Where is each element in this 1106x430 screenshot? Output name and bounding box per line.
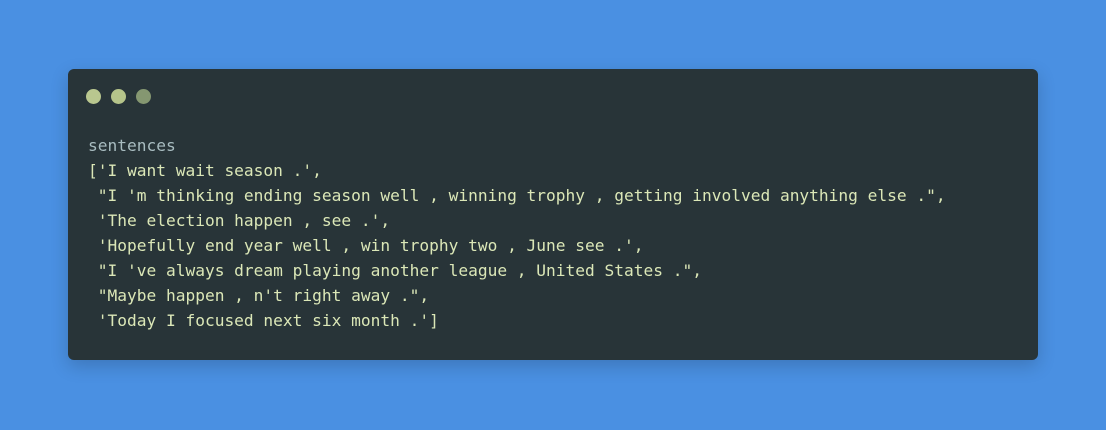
- code-output-line: 'Today I focused next six month .']: [88, 311, 439, 330]
- code-body: sentences ['I want wait season .', "I 'm…: [88, 133, 1026, 333]
- window-dot-icon: [111, 89, 126, 104]
- code-output-line: "Maybe happen , n't right away .",: [88, 286, 430, 305]
- window-dot-icon: [86, 89, 101, 104]
- code-output-line: ['I want wait season .',: [88, 161, 322, 180]
- code-output-line: "I 've always dream playing another leag…: [88, 261, 702, 280]
- code-window: sentences ['I want wait season .', "I 'm…: [68, 69, 1038, 360]
- code-output-line: "I 'm thinking ending season well , winn…: [88, 186, 946, 205]
- code-output-line: 'Hopefully end year well , win trophy tw…: [88, 236, 644, 255]
- window-controls: [86, 89, 151, 104]
- code-output-line: 'The election happen , see .',: [88, 211, 391, 230]
- window-dot-icon: [136, 89, 151, 104]
- code-input-line: sentences: [88, 136, 176, 155]
